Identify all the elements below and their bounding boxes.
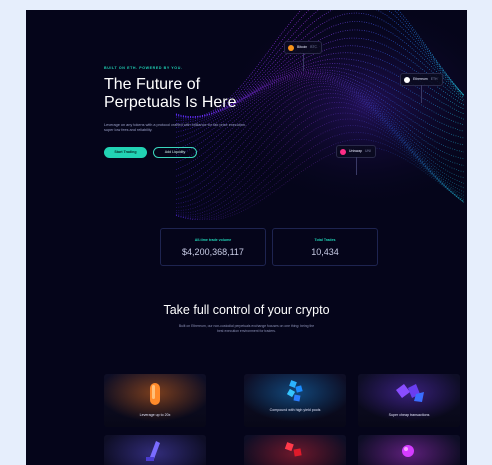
- feature-card-5[interactable]: [244, 435, 346, 465]
- pill-name: Ethereum: [413, 77, 428, 81]
- magenta-orb-icon: [358, 435, 460, 465]
- violet-crystal-icon: [104, 435, 206, 465]
- feature-card-6[interactable]: [358, 435, 460, 465]
- price-pill-uniswap[interactable]: Uniswap UNI: [336, 145, 376, 175]
- hero-eyebrow: BUILT ON ETH. POWERED BY YOU.: [104, 66, 183, 70]
- feature-card-leverage[interactable]: Leverage up to 20x: [104, 374, 206, 427]
- bitcoin-icon: [288, 44, 294, 51]
- start-trading-button[interactable]: Start Trading: [104, 147, 147, 158]
- hero-subtitle: Leverage on any tokens with a protocol c…: [104, 123, 247, 133]
- pill-stem: [302, 53, 304, 71]
- stat-label: All-time trade volume: [194, 238, 232, 242]
- red-blocks-icon: [244, 435, 346, 465]
- card-label: Leverage up to 20x: [139, 413, 171, 417]
- stats-row: All-time trade volume $4,200,368,117 Tot…: [160, 228, 378, 266]
- card-label: Super cheap transactions: [388, 413, 430, 417]
- stat-trade-volume: All-time trade volume $4,200,368,117: [160, 228, 266, 266]
- purple-gems-icon: [358, 374, 460, 427]
- hero-title-line2: Perpetuals Is Here: [104, 94, 237, 111]
- price-pill-ethereum[interactable]: Ethereum ETH: [400, 73, 443, 103]
- landing-page: BUILT ON ETH. POWERED BY YOU. The Future…: [26, 10, 467, 465]
- pill-symbol: ETH: [430, 77, 438, 81]
- hero-wave-graphic: [175, 10, 467, 220]
- stat-label: Total Trades: [314, 238, 336, 242]
- blue-cubes-icon: [244, 374, 346, 427]
- add-liquidity-button[interactable]: Add Liquidity: [153, 147, 197, 158]
- stat-value: 10,434: [311, 247, 339, 257]
- price-pill-bitcoin[interactable]: Bitcoin BTC: [284, 41, 322, 71]
- feature-card-cheap-transactions[interactable]: Super cheap transactions: [358, 374, 460, 427]
- orange-capsule-icon: [104, 374, 206, 427]
- pill-symbol: BTC: [310, 45, 317, 49]
- card-label: Compound with high yield pools: [269, 408, 321, 412]
- feature-card-4[interactable]: [104, 435, 206, 465]
- pill-stem: [421, 85, 422, 103]
- pill-name: Bitcoin: [297, 45, 308, 49]
- feature-card-compound[interactable]: Compound with high yield pools: [244, 374, 346, 427]
- pill-name: Uniswap: [349, 149, 363, 153]
- hero-title: The Future of Perpetuals Is Here: [104, 76, 284, 112]
- features-title: Take full control of your crypto: [163, 303, 330, 317]
- ethereum-icon: [404, 76, 410, 83]
- hero-title-line1: The Future of: [104, 76, 201, 93]
- stat-value: $4,200,368,117: [182, 247, 244, 257]
- stat-total-trades: Total Trades 10,434: [272, 228, 378, 266]
- uniswap-icon: [340, 148, 346, 155]
- features-subtitle: Built on Ethereum, our non-custodial per…: [178, 324, 315, 333]
- pill-symbol: UNI: [365, 149, 371, 153]
- pill-stem: [355, 157, 357, 175]
